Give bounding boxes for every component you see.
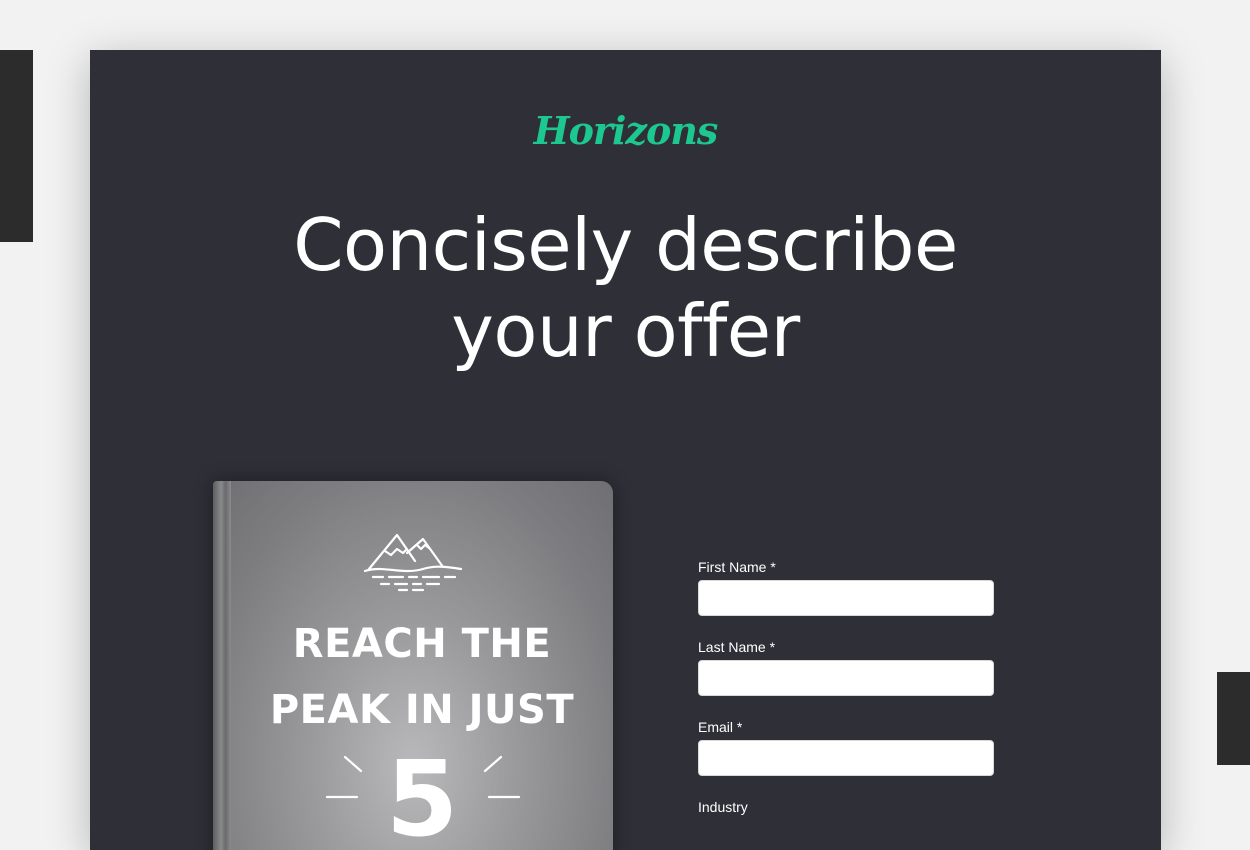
- page-headline: Concisely describe your offer: [90, 202, 1161, 374]
- email-label: Email *: [698, 719, 743, 735]
- book-title-line-1: REACH THE: [292, 621, 552, 667]
- last-name-input[interactable]: [698, 660, 994, 696]
- mountain-icon: [363, 533, 463, 592]
- first-name-label: First Name *: [698, 559, 776, 575]
- logo-text: Horizons: [533, 108, 719, 153]
- left-edge-block: [0, 50, 33, 242]
- industry-field: Industry: [698, 798, 994, 850]
- headline-line-1: Concisely describe: [293, 203, 958, 287]
- first-name-input[interactable]: [698, 580, 994, 616]
- landing-page: Horizons Concisely describe your offer R…: [90, 50, 1161, 850]
- book-number: 5: [385, 738, 459, 850]
- last-name-label: Last Name *: [698, 639, 776, 655]
- ebook-cover: REACH THE PEAK IN JUST 5: [213, 481, 613, 850]
- book-spine: [213, 481, 231, 850]
- first-name-field: First Name *: [698, 558, 994, 638]
- right-edge-block: [1217, 672, 1250, 765]
- email-field: Email *: [698, 718, 994, 798]
- book-title-line-2: PEAK IN JUST: [269, 687, 575, 733]
- book-title: REACH THE PEAK IN JUST: [231, 611, 613, 743]
- headline-line-2: your offer: [451, 289, 800, 373]
- brand-logo[interactable]: Horizons: [90, 108, 1161, 153]
- email-input[interactable]: [698, 740, 994, 776]
- signup-form: First Name * Last Name * Email * Industr…: [698, 558, 994, 850]
- industry-label: Industry: [698, 799, 748, 815]
- last-name-field: Last Name *: [698, 638, 994, 718]
